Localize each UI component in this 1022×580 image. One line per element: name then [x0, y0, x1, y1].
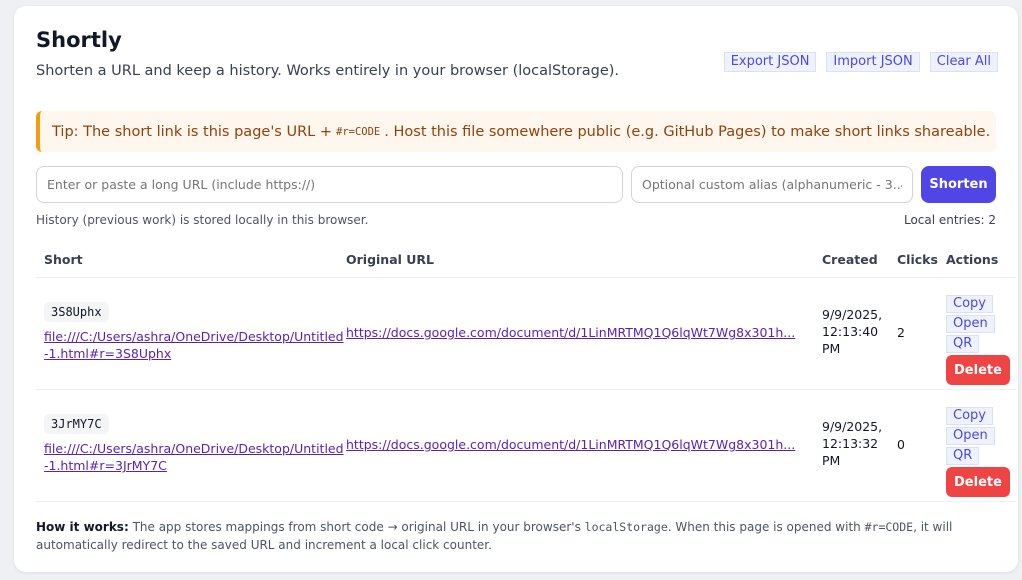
column-header-short: Short	[44, 252, 83, 267]
tip-code: #r=CODE	[336, 125, 381, 138]
click-count: 0	[897, 437, 905, 452]
custom-alias-input[interactable]	[631, 166, 913, 203]
top-actions: Export JSON Import JSON Clear All	[723, 52, 998, 72]
table-bottom-divider	[36, 501, 1016, 502]
table-row: 3JrMY7C file:///C:/Users/ashra/OneDrive/…	[14, 389, 1018, 501]
short-url-link[interactable]: file:///C:/Users/ashra/OneDrive/Desktop/…	[44, 328, 344, 362]
created-timestamp: 9/9/2025, 12:13:32 PM	[822, 419, 883, 468]
click-count: 2	[897, 325, 905, 340]
long-url-input[interactable]	[36, 166, 623, 203]
short-code-badge: 3JrMY7C	[44, 414, 109, 434]
page-title: Shortly	[36, 28, 122, 52]
short-code-badge: 3S8Uphx	[44, 302, 109, 322]
how-it-works-heading: How it works:	[36, 520, 129, 534]
how-it-works-code: localStorage	[584, 520, 668, 534]
row-actions: Copy Open QR Delete	[946, 407, 1010, 497]
original-url-link[interactable]: https://docs.google.com/document/d/1LinM…	[346, 325, 806, 340]
local-entries-count: Local entries: 2	[903, 213, 996, 227]
export-json-button[interactable]: Export JSON	[723, 52, 817, 72]
history-note: History (previous work) is stored locall…	[36, 213, 369, 227]
shorten-button[interactable]: Shorten	[921, 166, 996, 203]
how-it-works-text: . When this page is opened with	[667, 520, 865, 534]
open-button[interactable]: Open	[946, 427, 995, 445]
column-header-original-url: Original URL	[346, 252, 435, 267]
tip-banner: Tip: The short link is this page's URL +…	[36, 111, 996, 152]
copy-button[interactable]: Copy	[946, 295, 993, 313]
table-row: 3S8Uphx file:///C:/Users/ashra/OneDrive/…	[14, 277, 1018, 389]
qr-button[interactable]: QR	[946, 447, 980, 465]
tip-prefix: Tip: The short link is this page's URL +	[52, 123, 332, 140]
column-header-created: Created	[822, 252, 878, 267]
short-url-link[interactable]: file:///C:/Users/ashra/OneDrive/Desktop/…	[44, 440, 344, 474]
how-it-works: How it works: The app stores mappings fr…	[36, 518, 976, 554]
clear-all-button[interactable]: Clear All	[929, 52, 998, 72]
how-it-works-code: #r=CODE	[864, 520, 914, 534]
delete-button[interactable]: Delete	[946, 467, 1010, 497]
column-header-actions: Actions	[946, 252, 999, 267]
app-card: Shortly Shorten a URL and keep a history…	[14, 6, 1018, 572]
original-url-link[interactable]: https://docs.google.com/document/d/1LinM…	[346, 437, 806, 452]
qr-button[interactable]: QR	[946, 335, 980, 353]
how-it-works-text: The app stores mappings from short code …	[128, 520, 585, 534]
copy-button[interactable]: Copy	[946, 407, 993, 425]
import-json-button[interactable]: Import JSON	[826, 52, 920, 72]
delete-button[interactable]: Delete	[946, 355, 1010, 385]
column-header-clicks: Clicks	[897, 252, 938, 267]
row-actions: Copy Open QR Delete	[946, 295, 1010, 385]
open-button[interactable]: Open	[946, 315, 995, 333]
created-timestamp: 9/9/2025, 12:13:40 PM	[822, 307, 883, 356]
tip-suffix: . Host this file somewhere public (e.g. …	[384, 123, 991, 140]
page-subtitle: Shorten a URL and keep a history. Works …	[36, 63, 620, 79]
